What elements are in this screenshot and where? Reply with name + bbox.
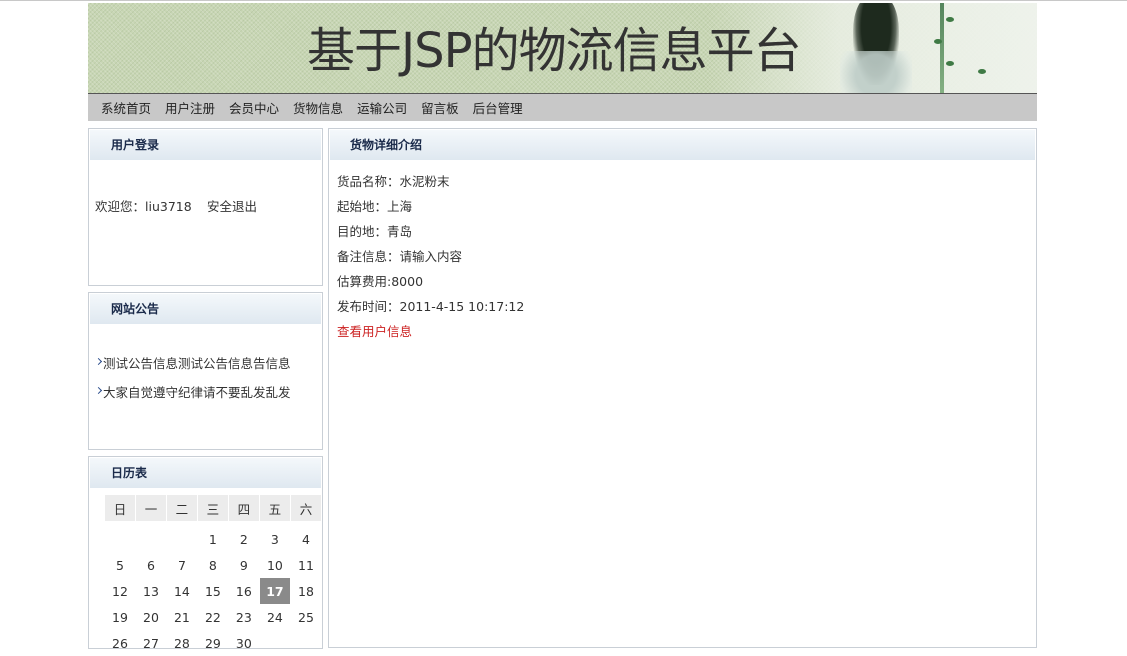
- calendar-week-row: 5 6 7 8 9 10 11: [105, 552, 321, 578]
- cargo-publish-time: 发布时间：2011-4-15 10:17:12: [337, 299, 525, 314]
- calendar-empty-cell: [291, 630, 321, 656]
- leaf-decoration: [946, 17, 954, 22]
- bullet-arrow-icon: [94, 357, 103, 366]
- calendar-day[interactable]: 20: [136, 604, 166, 630]
- calendar-day[interactable]: 29: [198, 630, 228, 656]
- login-panel: 用户登录 欢迎您：liu3718 安全退出: [88, 128, 323, 286]
- calendar-day[interactable]: 23: [229, 604, 259, 630]
- leaf-decoration: [946, 61, 954, 66]
- calendar-day[interactable]: 13: [136, 578, 166, 604]
- calendar-empty-cell: [105, 521, 135, 552]
- calendar-day[interactable]: 6: [136, 552, 166, 578]
- notice-panel-body: 测试公告信息测试公告信息告信息 大家自觉遵守纪律请不要乱发乱发: [89, 324, 322, 449]
- banner-vine-decoration: [940, 3, 944, 93]
- notice-item[interactable]: 大家自觉遵守纪律请不要乱发乱发: [94, 382, 291, 401]
- nav-item-cargo-info[interactable]: 货物信息: [293, 98, 343, 117]
- cargo-detail-heading: 货物详细介绍: [330, 130, 1035, 160]
- calendar-day[interactable]: 15: [198, 578, 228, 604]
- leaf-decoration: [978, 69, 986, 74]
- calendar-day[interactable]: 2: [229, 521, 259, 552]
- calendar-day[interactable]: 24: [260, 604, 290, 630]
- nav-item-register[interactable]: 用户注册: [165, 98, 215, 117]
- calendar-week-row: 1234: [105, 521, 321, 552]
- calendar-weekday: 三: [197, 495, 228, 521]
- calendar-day[interactable]: 19: [105, 604, 135, 630]
- cargo-detail-body: 货品名称：水泥粉末 起始地：上海 目的地：青岛 备注信息：请输入内容 估算费用:…: [329, 160, 1036, 348]
- calendar-weekday: 六: [290, 495, 321, 521]
- site-banner: 基于JSP的物流信息平台: [88, 3, 1037, 94]
- calendar-day[interactable]: 7: [167, 552, 197, 578]
- calendar-day[interactable]: 14: [167, 578, 197, 604]
- calendar-day[interactable]: 5: [105, 552, 135, 578]
- banner-figure-dress: [840, 51, 912, 93]
- calendar-empty-cell: [136, 521, 166, 552]
- bullet-arrow-icon: [94, 386, 103, 395]
- cargo-destination: 目的地：青岛: [337, 224, 413, 239]
- calendar-day[interactable]: 22: [198, 604, 228, 630]
- leaf-decoration: [934, 39, 942, 44]
- calendar-day[interactable]: 26: [105, 630, 135, 656]
- site-title: 基于JSP的物流信息平台: [307, 23, 802, 79]
- login-panel-heading: 用户登录: [90, 130, 321, 160]
- welcome-text: 欢迎您：liu3718: [95, 199, 192, 214]
- calendar-empty-cell: [167, 521, 197, 552]
- top-border-line: [0, 0, 1127, 1]
- calendar-day[interactable]: 8: [198, 552, 228, 578]
- calendar-day[interactable]: 21: [167, 604, 197, 630]
- calendar-day[interactable]: 11: [291, 552, 321, 578]
- content-columns: 用户登录 欢迎您：liu3718 安全退出 网站公告 测试公告信息测试公告信息告…: [88, 128, 1037, 651]
- calendar-day[interactable]: 25: [291, 604, 321, 630]
- calendar-day[interactable]: 10: [260, 552, 290, 578]
- nav-item-message-board[interactable]: 留言板: [421, 98, 459, 117]
- login-panel-body: 欢迎您：liu3718 安全退出: [89, 160, 322, 285]
- sidebar: 用户登录 欢迎您：liu3718 安全退出 网站公告 测试公告信息测试公告信息告…: [88, 128, 323, 655]
- calendar-day[interactable]: 16: [229, 578, 259, 604]
- nav-item-member-center[interactable]: 会员中心: [229, 98, 279, 117]
- cargo-remarks: 备注信息：请输入内容: [337, 249, 463, 264]
- calendar-day[interactable]: 27: [136, 630, 166, 656]
- nav-item-home[interactable]: 系统首页: [101, 98, 151, 117]
- calendar-week-row: 19 20 21 22 23 24 25: [105, 604, 321, 630]
- calendar-weekday: 五: [259, 495, 290, 521]
- calendar-day[interactable]: 9: [229, 552, 259, 578]
- notice-item-text: 大家自觉遵守纪律请不要乱发乱发: [103, 385, 291, 400]
- calendar-weekday: 日: [105, 495, 135, 521]
- logout-link[interactable]: 安全退出: [207, 196, 257, 215]
- cargo-name: 货品名称：水泥粉末: [337, 174, 450, 189]
- calendar-day[interactable]: 3: [260, 521, 290, 552]
- cargo-origin: 起始地：上海: [337, 199, 413, 214]
- notice-panel-heading: 网站公告: [90, 294, 321, 324]
- calendar-day[interactable]: 1: [198, 521, 228, 552]
- nav-item-admin[interactable]: 后台管理: [473, 98, 523, 117]
- view-user-info-link[interactable]: 查看用户信息: [337, 323, 1036, 348]
- calendar-body: 日一二三四五六 1 2 3 4 5 6 7 8 9 10 11 12 13 14 15 16 17 18 19 20 2…: [89, 488, 322, 651]
- calendar-day[interactable]: 18: [291, 578, 321, 604]
- notice-panel: 网站公告 测试公告信息测试公告信息告信息 大家自觉遵守纪律请不要乱发乱发: [88, 292, 323, 450]
- calendar-week-row: 26 27 28 29 30: [105, 630, 321, 656]
- calendar-week-row: 12 13 14 15 16 17 18: [105, 578, 321, 604]
- notice-item-text: 测试公告信息测试公告信息告信息: [103, 356, 291, 371]
- calendar-panel-heading: 日历表: [90, 458, 321, 488]
- calendar-table: 日一二三四五六 1 2 3 4 5 6 7 8 9 10 11 12 13 14 15 16 17 18 19 20 2…: [104, 495, 322, 656]
- page-wrapper: 基于JSP的物流信息平台 系统首页 用户注册 会员中心 货物信息 运输公司 留言…: [88, 3, 1037, 651]
- calendar-day[interactable]: 4: [291, 521, 321, 552]
- notice-item[interactable]: 测试公告信息测试公告信息告信息: [94, 353, 291, 372]
- calendar-weekday: 一: [135, 495, 166, 521]
- nav-item-transport-company[interactable]: 运输公司: [357, 98, 407, 117]
- calendar-day[interactable]: 30: [229, 630, 259, 656]
- cargo-estimated-cost: 估算费用:8000: [337, 274, 424, 289]
- calendar-empty-cell: [260, 630, 290, 656]
- calendar-weekday: 四: [228, 495, 259, 521]
- calendar-weekday: 二: [166, 495, 197, 521]
- calendar-day-today[interactable]: 17: [259, 578, 290, 604]
- calendar-day[interactable]: 12: [105, 578, 135, 604]
- cargo-detail-panel: 货物详细介绍 货品名称：水泥粉末 起始地：上海 目的地：青岛 备注信息：请输入内…: [328, 128, 1037, 648]
- calendar-day[interactable]: 28: [167, 630, 197, 656]
- calendar-panel: 日历表 日一二三四五六 1 2 3 4 5 6 7 8 9 10 11 12 13 14 15 16 17 18 1…: [88, 456, 323, 651]
- main-nav: 系统首页 用户注册 会员中心 货物信息 运输公司 留言板 后台管理: [88, 94, 1037, 121]
